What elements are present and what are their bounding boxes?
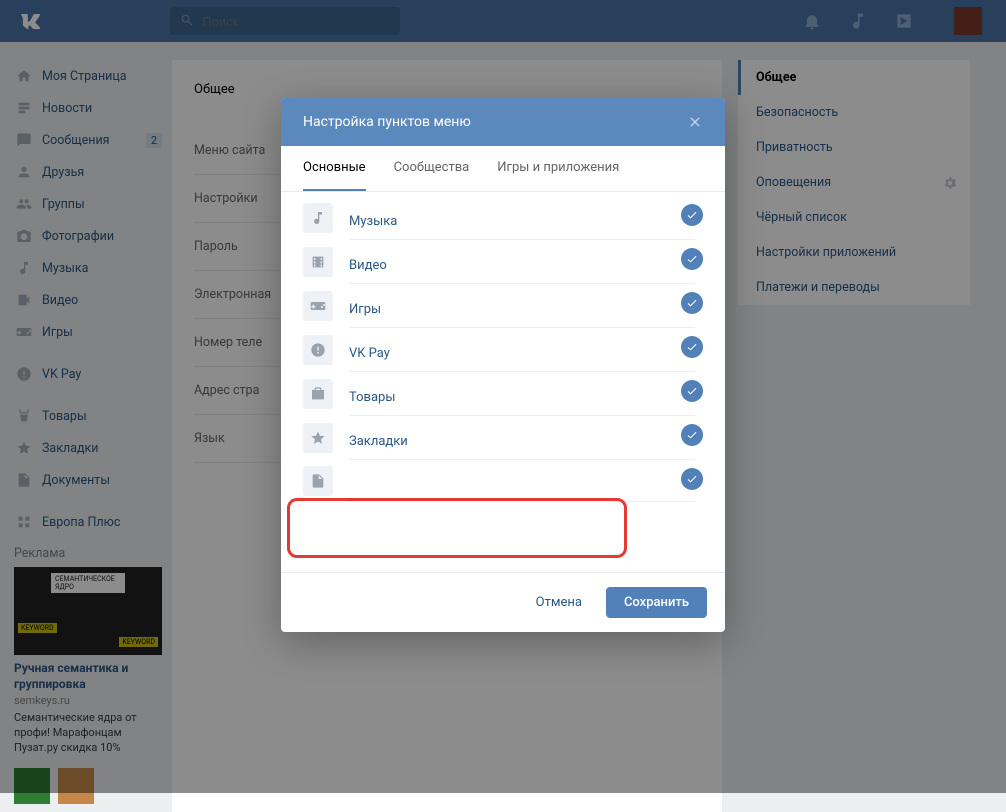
menu-option[interactable]: Игры: [281, 284, 725, 328]
option-icon: [303, 466, 333, 496]
modal-footer: Отмена Сохранить: [281, 572, 725, 632]
option-label: Товары: [349, 372, 695, 416]
option-icon: [303, 247, 333, 277]
modal-tabs: Основные Сообщества Игры и приложения: [281, 146, 725, 192]
save-button[interactable]: Сохранить: [606, 587, 707, 618]
close-icon[interactable]: [687, 114, 703, 130]
menu-option[interactable]: Музыка: [281, 196, 725, 240]
menu-option[interactable]: Товары: [281, 372, 725, 416]
option-label: Видео: [349, 240, 695, 284]
option-label: VK Pay: [349, 328, 695, 372]
modal-tab[interactable]: Игры и приложения: [497, 146, 619, 191]
option-toggle[interactable]: [681, 204, 703, 226]
option-icon: [303, 423, 333, 453]
option-toggle[interactable]: [681, 468, 703, 490]
modal-title: Настройка пунктов меню: [303, 114, 471, 130]
menu-option[interactable]: VK Pay: [281, 328, 725, 372]
option-icon: [303, 379, 333, 409]
modal-body[interactable]: Музыка Видео Игры VK Pay Товары Закладки: [281, 192, 725, 572]
modal-backdrop[interactable]: Настройка пунктов меню Основные Сообществ…: [0, 0, 1006, 793]
option-toggle[interactable]: [681, 336, 703, 358]
menu-option[interactable]: [281, 460, 725, 502]
option-label: Закладки: [349, 416, 695, 460]
option-toggle[interactable]: [681, 424, 703, 446]
menu-settings-modal: Настройка пунктов меню Основные Сообществ…: [281, 98, 725, 632]
modal-tab[interactable]: Сообщества: [394, 146, 470, 191]
menu-option[interactable]: Закладки: [281, 416, 725, 460]
cancel-button[interactable]: Отмена: [520, 587, 598, 618]
highlight-annotation: [287, 498, 627, 558]
modal-header: Настройка пунктов меню: [281, 98, 725, 146]
option-label: Музыка: [349, 196, 695, 240]
option-label: [349, 473, 695, 502]
option-toggle[interactable]: [681, 292, 703, 314]
option-icon: [303, 291, 333, 321]
option-toggle[interactable]: [681, 380, 703, 402]
option-icon: [303, 335, 333, 365]
menu-option[interactable]: Видео: [281, 240, 725, 284]
option-toggle[interactable]: [681, 248, 703, 270]
option-icon: [303, 203, 333, 233]
modal-tab[interactable]: Основные: [303, 146, 366, 191]
option-label: Игры: [349, 284, 695, 328]
